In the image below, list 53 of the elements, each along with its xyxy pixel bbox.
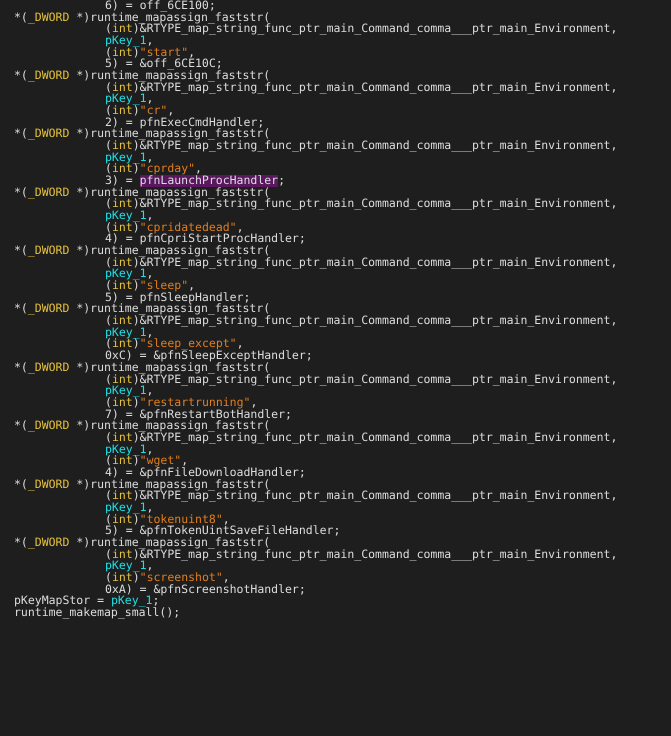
code-line: (int)"tokenuint8",	[105, 514, 230, 526]
code-line: *(_DWORD *)runtime_mapassign_faststr(	[14, 303, 270, 316]
code-line: 5) = &pfnTokenUintSaveFileHandler;	[105, 525, 340, 537]
code-line: 5) = pfnSleepHandler;	[105, 292, 250, 304]
code-line: (int)&RTYPE_map_string_func_ptr_main_Command_comma___ptr_main_Environment,	[105, 256, 618, 268]
code-line: (int)&RTYPE_map_string_func_ptr_main_Command_comma___ptr_main_Environment,	[105, 315, 618, 327]
code-line: pKeyMapStor = pKey_1;	[14, 595, 160, 607]
code-line: runtime_makemap_small();	[14, 606, 180, 619]
code-line: pKey_1,	[105, 560, 154, 572]
code-line: 2) = pfnExecCmdHandler;	[105, 116, 264, 128]
code-line: *(_DWORD *)runtime_mapassign_faststr(	[14, 128, 270, 140]
code-line: pKey_1,	[105, 326, 154, 338]
code-line: (int)&RTYPE_map_string_func_ptr_main_Command_comma___ptr_main_Environment,	[105, 432, 618, 444]
code-line: pKey_1,	[105, 385, 154, 397]
code-line: (int)&RTYPE_map_string_func_ptr_main_Command_comma___ptr_main_Environment,	[105, 374, 618, 386]
code-line: (int)&RTYPE_map_string_func_ptr_main_Command_comma___ptr_main_Environment,	[105, 490, 618, 502]
code-line: pKey_1,	[105, 152, 154, 164]
code-line: (int)"wget",	[105, 455, 188, 467]
code-line: pKey_1,	[105, 444, 154, 456]
code-line: pKey_1,	[105, 35, 154, 47]
code-line: (int)&RTYPE_map_string_func_ptr_main_Command_comma___ptr_main_Environment,	[105, 140, 618, 152]
code-line: 4) = &pfnFileDownloadHandler;	[105, 466, 306, 479]
code-line: *(_DWORD *)runtime_mapassign_faststr(	[14, 186, 270, 198]
code-line: (int)"restartrunning",	[105, 396, 258, 409]
code-line: 0xC) = &pfnSleepExceptHandler;	[105, 350, 313, 362]
code-line: 7) = &pfnRestartBotHandler;	[105, 408, 292, 420]
code-line: (int)&RTYPE_map_string_func_ptr_main_Command_comma___ptr_main_Environment,	[105, 548, 618, 560]
code-line: (int)"screenshot",	[105, 572, 230, 584]
code-line: (int)"sleep_except",	[105, 338, 244, 350]
code-line: (int)"cprday",	[105, 163, 202, 176]
code-line: pKey_1,	[105, 93, 154, 106]
code-line: pKey_1,	[105, 502, 154, 514]
code-line: (int)&RTYPE_map_string_func_ptr_main_Command_comma___ptr_main_Environment,	[105, 23, 618, 36]
code-line: 5) = &off_6CE10C;	[105, 58, 223, 70]
code-line: *(_DWORD *)runtime_mapassign_faststr(	[14, 478, 270, 490]
code-line: *(_DWORD *)runtime_mapassign_faststr(	[14, 70, 270, 82]
code-line: pKey_1,	[105, 210, 154, 222]
code-line: 0xA) = &pfnScreenshotHandler;	[105, 584, 306, 596]
code-line: *(_DWORD *)runtime_mapassign_faststr(	[14, 245, 270, 257]
code-line: (int)&RTYPE_map_string_func_ptr_main_Command_comma___ptr_main_Environment,	[105, 198, 618, 210]
code-line: (int)"cr",	[105, 105, 174, 117]
code-line: (int)"start",	[105, 46, 196, 58]
code-line: 4) = pfnCpriStartProcHandler;	[105, 233, 306, 246]
code-line: *(_DWORD *)runtime_mapassign_faststr(	[14, 536, 270, 549]
code-line: *(_DWORD *)runtime_mapassign_faststr(	[14, 420, 270, 432]
code-line: 3) = pfnLaunchProcHandler;	[105, 175, 286, 187]
code-line: pKey_1,	[105, 268, 154, 280]
code-line: 6) = off_6CE100;	[105, 0, 216, 12]
code-line: *(_DWORD *)runtime_mapassign_faststr(	[14, 362, 270, 374]
code-line: (int)&RTYPE_map_string_func_ptr_main_Command_comma___ptr_main_Environment,	[105, 82, 618, 94]
code-line: (int)"cpridatedead",	[105, 222, 244, 234]
code-line: (int)"sleep",	[105, 280, 196, 292]
code-line: *(_DWORD *)runtime_mapassign_faststr(	[14, 12, 270, 24]
